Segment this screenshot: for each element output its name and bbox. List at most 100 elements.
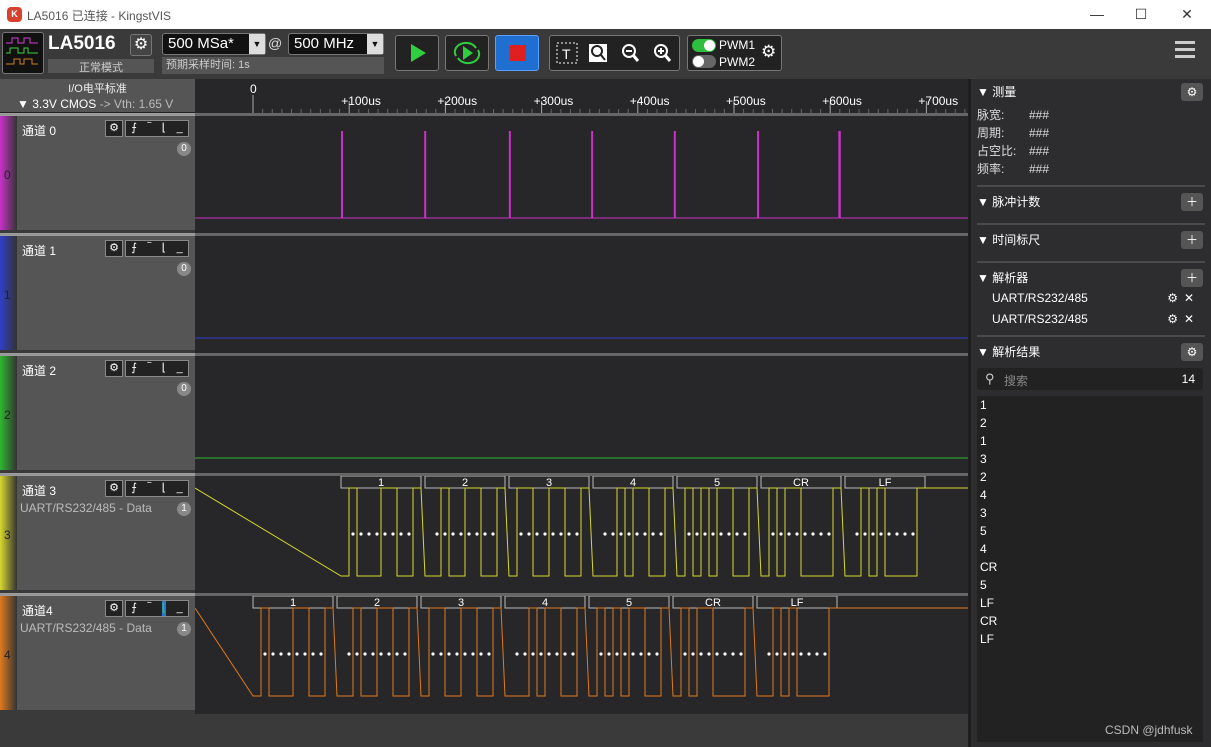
analyzer-item[interactable]: UART/RS232/485 ⚙ ✕ [992,312,1202,330]
menu-hamburger-icon[interactable] [1175,41,1195,58]
results-search[interactable]: ⚲ 搜索 14 [977,368,1203,390]
loop-button[interactable] [445,35,489,71]
rising-edge-icon[interactable]: ⨍ [131,481,137,496]
uart-frame[interactable]: 2 [336,595,418,609]
falling-edge-icon[interactable]: ⌊ [162,361,166,376]
maximize-button[interactable]: ☐ [1126,4,1156,24]
analyzer-close-icon[interactable]: ✕ [1184,312,1194,326]
falling-edge-icon[interactable]: ⌊ [161,601,167,616]
trigger-select[interactable]: ⨍ ‾ ⌊ _ [125,360,189,377]
waveform-icon[interactable] [2,32,44,74]
result-item[interactable]: LF [977,630,1203,648]
pwm-settings-gear-icon[interactable]: ⚙ [761,42,776,62]
low-level-icon[interactable]: _ [177,601,183,616]
io-level[interactable]: ▼ 3.3V CMOS -> Vth: 1.65 V [17,97,173,111]
uart-frame[interactable]: 3 [420,595,502,609]
channel-row-2[interactable]: 2 通道 2 ⚙ ⨍ ‾ ⌊ _ 0 [0,353,195,470]
start-button[interactable] [395,35,439,71]
result-item[interactable]: 1 [977,396,1203,414]
result-item[interactable]: 5 [977,576,1203,594]
channel-row-1[interactable]: 1 通道 1 ⚙ ⨍ ‾ ⌊ _ 0 [0,233,195,350]
analyzer-header[interactable]: ▼ 解析器 [977,269,1205,287]
stop-button[interactable] [495,35,539,71]
result-item[interactable]: 3 [977,504,1203,522]
high-level-icon[interactable]: ‾ [148,601,152,616]
channel-row-0[interactable]: 0 通道 0 ⚙ ⨍ ‾ ⌊ _ 0 [0,113,195,230]
uart-frame[interactable]: 1 [252,595,334,609]
minimize-button[interactable]: — [1082,4,1112,24]
analyzer-gear-icon[interactable]: ⚙ [1167,312,1178,326]
result-item[interactable]: 1 [977,432,1203,450]
result-item[interactable]: CR [977,612,1203,630]
uart-frame[interactable]: 1 [340,475,422,489]
uart-frame[interactable]: 5 [588,595,670,609]
uart-frame[interactable]: CR [760,475,842,489]
pwm2-toggle[interactable] [692,55,716,68]
rising-edge-icon[interactable]: ⨍ [131,601,137,616]
channel-gear-icon[interactable]: ⚙ [105,120,123,137]
low-level-icon[interactable]: _ [177,481,183,496]
result-item[interactable]: 4 [977,540,1203,558]
channel-gear-icon[interactable]: ⚙ [105,360,123,377]
results-header[interactable]: ▼ 解析结果 [977,343,1205,361]
rising-edge-icon[interactable]: ⨍ [131,241,137,256]
result-item[interactable]: 2 [977,414,1203,432]
high-level-icon[interactable]: ‾ [148,481,152,496]
low-level-icon[interactable]: _ [177,121,183,136]
channel-gear-icon[interactable]: ⚙ [105,480,123,497]
result-item[interactable]: 3 [977,450,1203,468]
pwm1-toggle[interactable] [692,39,716,52]
uart-frame[interactable]: CR [672,595,754,609]
falling-edge-icon[interactable]: ⌊ [162,121,166,136]
result-item[interactable]: 5 [977,522,1203,540]
results-list[interactable]: 1 2 1 3 2 4 3 5 4 CR 5 LF CR LF [977,396,1203,742]
analyzer-gear-icon[interactable]: ⚙ [1167,291,1178,305]
measure-header[interactable]: ▼ 测量 [977,83,1205,101]
results-gear-icon[interactable]: ⚙ [1181,343,1203,361]
rising-edge-icon[interactable]: ⨍ [131,121,137,136]
channel-row-4[interactable]: 4 通道4 UART/RS232/485 - Data ⚙ ⨍ ‾ ⌊ _ 1 [0,593,195,710]
sample-rate-select[interactable]: 500 MSa* ▼ [162,33,266,55]
falling-edge-icon[interactable]: ⌊ [162,241,166,256]
time-ruler-header[interactable]: ▼ 时间标尺 [977,231,1205,249]
trigger-select[interactable]: ⨍ ‾ ⌊ _ [125,240,189,257]
add-pulse-count-plus-icon[interactable]: ＋ [1181,193,1203,211]
trigger-select[interactable]: ⨍ ‾ ⌊ _ [125,480,189,497]
add-time-ruler-plus-icon[interactable]: ＋ [1181,231,1203,249]
uart-frame[interactable]: LF [844,475,926,489]
search-input[interactable]: 搜索 [1004,372,1028,389]
uart-frame[interactable]: 5 [676,475,758,489]
add-analyzer-plus-icon[interactable]: ＋ [1181,269,1203,287]
low-level-icon[interactable]: _ [177,241,183,256]
trigger-select[interactable]: ⨍ ‾ ⌊ _ [125,120,189,137]
analyzer-close-icon[interactable]: ✕ [1184,291,1194,305]
waveform-area[interactable]: 0 +100us +200us +300us +400us +500us +600us +70… [194,79,968,714]
result-item[interactable]: CR [977,558,1203,576]
falling-edge-icon[interactable]: ⌊ [162,481,166,496]
freq-select[interactable]: 500 MHz ▼ [288,33,384,55]
uart-frame[interactable]: 2 [424,475,506,489]
uart-frame[interactable]: 4 [592,475,674,489]
uart-frame[interactable]: LF [756,595,838,609]
result-item[interactable]: LF [977,594,1203,612]
channel-gear-icon[interactable]: ⚙ [105,600,123,617]
channel-row-3[interactable]: 3 通道 3 UART/RS232/485 - Data ⚙ ⨍ ‾ ⌊ _ 1 [0,473,195,590]
channel-gear-icon[interactable]: ⚙ [105,240,123,257]
uart-frame[interactable]: 3 [508,475,590,489]
close-button[interactable]: ✕ [1172,4,1202,24]
uart-frame[interactable]: 4 [504,595,586,609]
analyzer-item[interactable]: UART/RS232/485 ⚙ ✕ [992,291,1202,309]
high-level-icon[interactable]: ‾ [148,361,152,376]
low-level-icon[interactable]: _ [177,361,183,376]
bit-dot [615,652,619,656]
result-item[interactable]: 4 [977,486,1203,504]
trigger-select[interactable]: ⨍ ‾ ⌊ _ [125,600,189,617]
pulse-count-header[interactable]: ▼ 脉冲计数 [977,193,1205,211]
high-level-icon[interactable]: ‾ [148,241,152,256]
high-level-icon[interactable]: ‾ [148,121,152,136]
device-settings-gear-icon[interactable]: ⚙ [130,34,152,56]
result-item[interactable]: 2 [977,468,1203,486]
bit-dot [303,652,307,656]
rising-edge-icon[interactable]: ⨍ [131,361,137,376]
measure-gear-icon[interactable]: ⚙ [1181,83,1203,101]
